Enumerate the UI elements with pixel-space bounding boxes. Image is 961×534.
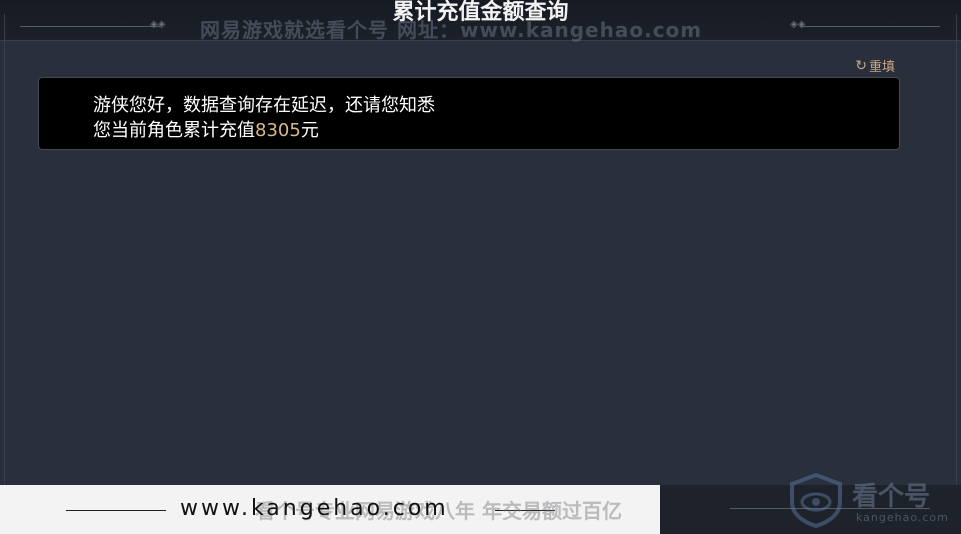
result-panel: 游侠您好，数据查询存在延迟，还请您知悉 您当前角色累计充值8305元	[38, 77, 900, 150]
footer-url: www.kangehao.com	[180, 496, 449, 521]
header-watermark: 网易游戏就选看个号 网址：www.kangehao.com	[200, 18, 703, 42]
greeting-text: 游侠您好，数据查询存在延迟，还请您知悉	[93, 95, 435, 116]
logo-text: 看个号	[852, 482, 931, 512]
recharge-summary: 您当前角色累计充值8305元	[93, 116, 319, 142]
reset-button[interactable]: ↻ 重填	[855, 56, 895, 76]
url-line-left	[66, 510, 166, 511]
recharge-amount: 8305	[255, 120, 301, 141]
ornament-left-icon: ◈◈	[150, 19, 166, 30]
shield-eye-logo-icon	[790, 472, 842, 528]
recharge-unit: 元	[300, 120, 319, 141]
frame-right-border	[956, 14, 957, 519]
header-ornament-right	[800, 26, 940, 27]
refresh-icon: ↻	[855, 57, 867, 74]
frame-left-border	[4, 14, 5, 519]
header-bar: 累计充值金额查询 网易游戏就选看个号 网址：www.kangehao.com ◈…	[0, 0, 961, 42]
header-ornament-left	[20, 26, 160, 27]
reset-label: 重填	[868, 60, 895, 75]
logo-subtext: kangehao.com	[856, 511, 949, 524]
recharge-prefix: 您当前角色累计充值	[93, 120, 255, 141]
ornament-right-icon: ◈◈	[790, 19, 806, 30]
